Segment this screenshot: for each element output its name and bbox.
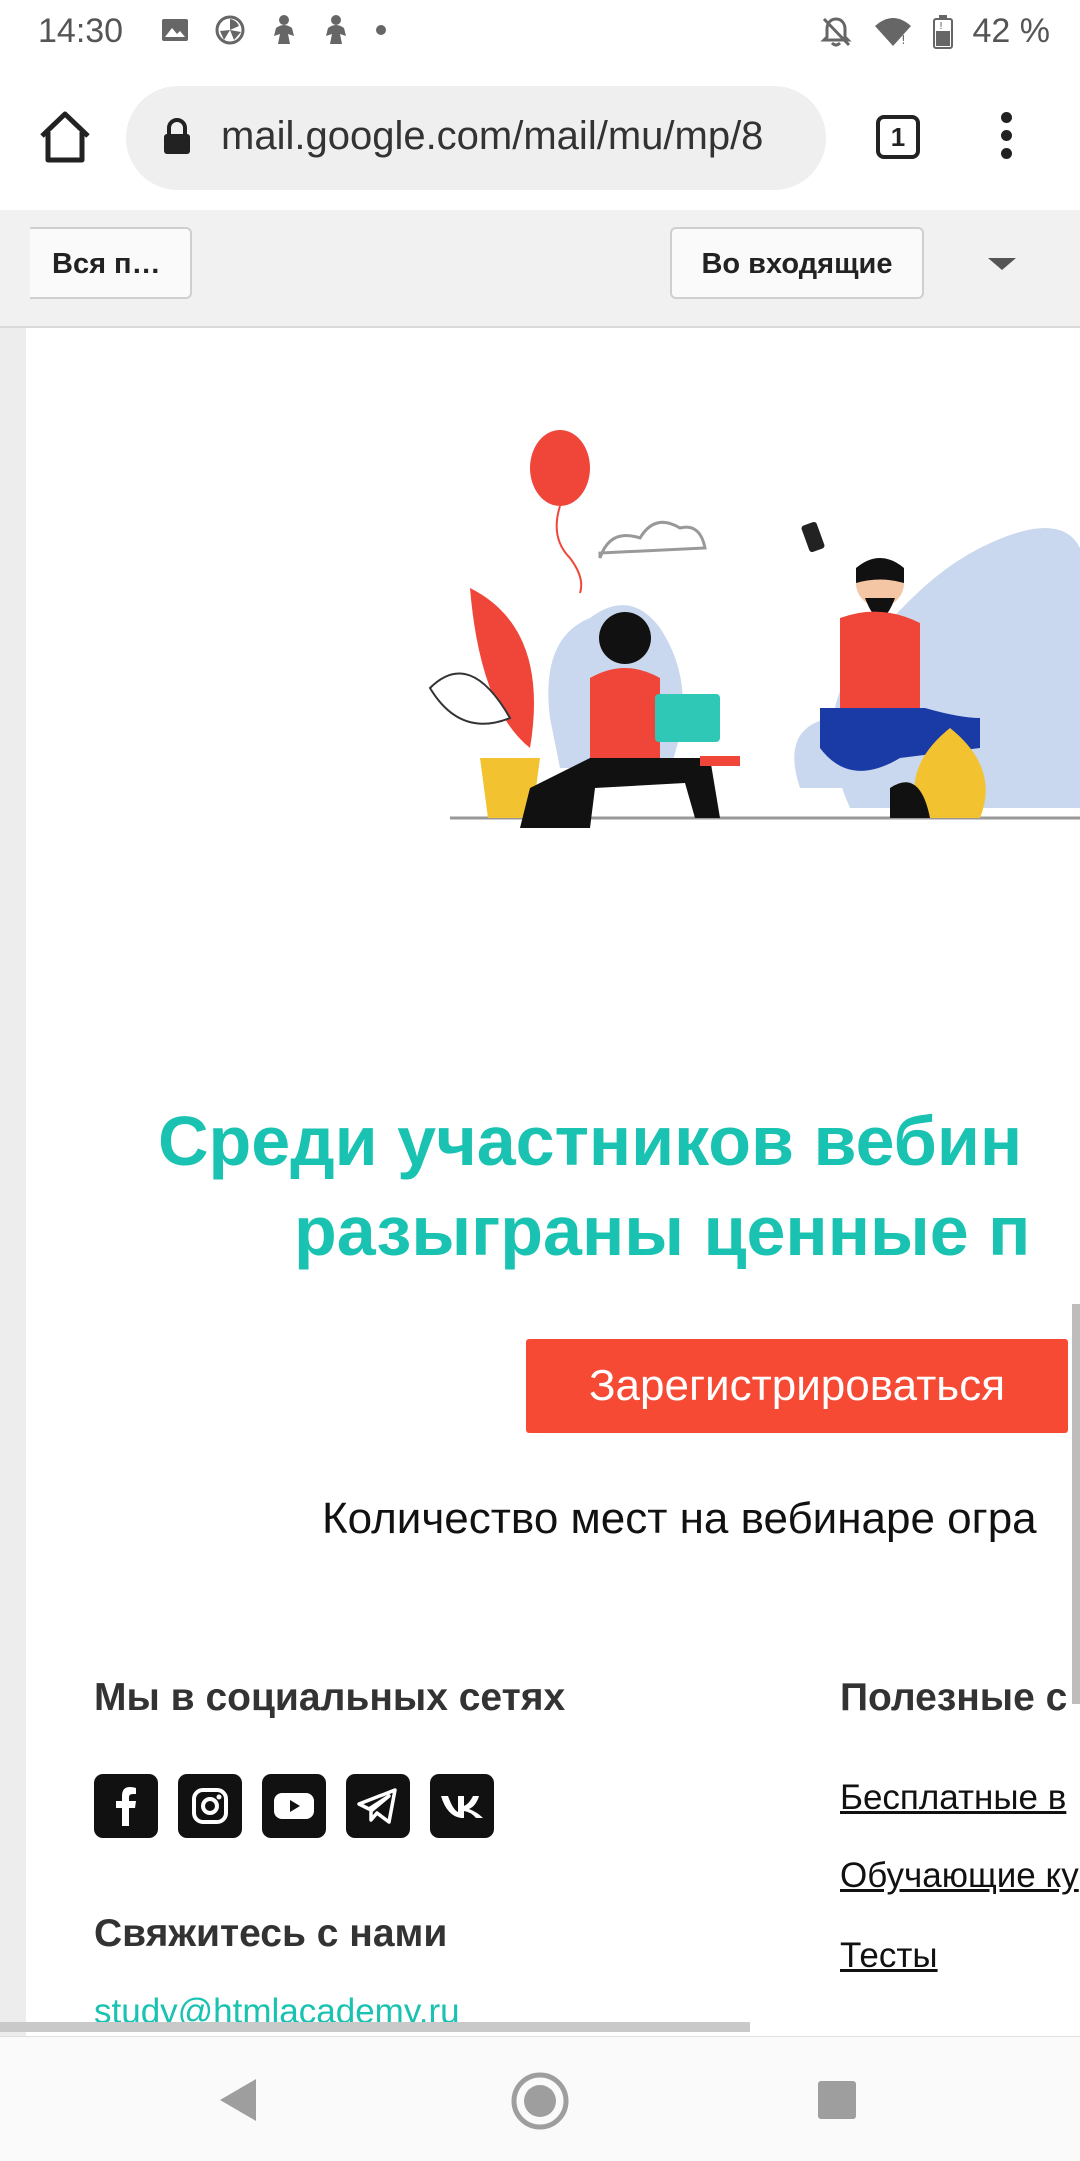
contact-title: Свяжитесь с нами xyxy=(94,1912,448,1955)
telegram-icon[interactable] xyxy=(346,1774,410,1838)
useful-link[interactable]: Обучающие ку xyxy=(840,1856,1079,1896)
browser-toolbar: mail.google.com/mail/mu/mp/8 1 xyxy=(0,66,1080,210)
image-icon xyxy=(162,19,188,41)
bell-off-icon xyxy=(819,16,852,46)
figure-icon xyxy=(274,15,294,44)
social-title: Мы в социальных сетях xyxy=(94,1676,566,1719)
social-icons xyxy=(94,1774,494,1838)
battery-icon: ! xyxy=(932,14,953,49)
youtube-icon[interactable] xyxy=(262,1774,326,1838)
seats-limited-text: Количество мест на вебинаре огра xyxy=(322,1494,1037,1543)
home-icon[interactable] xyxy=(36,108,94,166)
pinwheel-icon xyxy=(215,15,245,45)
address-bar[interactable]: mail.google.com/mail/mu/mp/8 xyxy=(126,86,826,190)
nav-back-icon[interactable] xyxy=(214,2075,260,2125)
dot-icon xyxy=(376,25,386,35)
battery-level: 42 % xyxy=(972,12,1051,50)
status-icons-left xyxy=(160,14,388,46)
useful-links-title: Полезные с xyxy=(840,1676,1068,1719)
status-bar: 14:30 ! ! 42 % xyxy=(0,0,1080,66)
back-to-all-mail-button[interactable]: Вся п… xyxy=(30,227,192,299)
register-button[interactable]: Зарегистрироваться xyxy=(526,1339,1068,1433)
useful-link[interactable]: Бесплатные в xyxy=(840,1778,1066,1818)
facebook-icon[interactable] xyxy=(94,1774,158,1838)
nav-home-icon[interactable] xyxy=(510,2071,570,2131)
vk-icon[interactable] xyxy=(430,1774,494,1838)
chevron-down-icon[interactable] xyxy=(988,258,1016,270)
svg-text:!: ! xyxy=(939,21,943,32)
figure-icon xyxy=(326,15,346,44)
url-text: mail.google.com/mail/mu/mp/8 xyxy=(221,114,764,158)
headline: Среди участников вебин разыграны ценные … xyxy=(158,1096,1080,1276)
system-nav-bar xyxy=(0,2036,1080,2161)
vertical-scrollbar[interactable] xyxy=(1072,1304,1080,1704)
headline-line-1: Среди участников вебин xyxy=(158,1102,1023,1180)
webinar-illustration xyxy=(428,430,1080,828)
tab-switcher-button[interactable]: 1 xyxy=(876,115,920,159)
wifi-icon: ! xyxy=(874,17,911,47)
useful-link[interactable]: Тесты xyxy=(840,1936,938,1976)
instagram-icon[interactable] xyxy=(178,1774,242,1838)
move-to-inbox-button[interactable]: Во входящие xyxy=(670,227,924,299)
status-time: 14:30 xyxy=(38,12,124,50)
horizontal-scrollbar[interactable] xyxy=(0,2022,750,2032)
svg-text:!: ! xyxy=(901,33,906,47)
email-body[interactable]: Среди участников вебин разыграны ценные … xyxy=(0,328,1080,2036)
lock-icon xyxy=(164,118,190,154)
overflow-menu-icon[interactable] xyxy=(996,112,1016,164)
gmail-toolbar: Вся п… Во входящие xyxy=(0,210,1080,328)
nav-recents-icon[interactable] xyxy=(818,2081,856,2119)
status-icons-right: ! ! 42 % xyxy=(819,12,1051,51)
left-gutter xyxy=(0,328,26,2036)
headline-line-2: разыграны ценные п xyxy=(294,1192,1031,1270)
